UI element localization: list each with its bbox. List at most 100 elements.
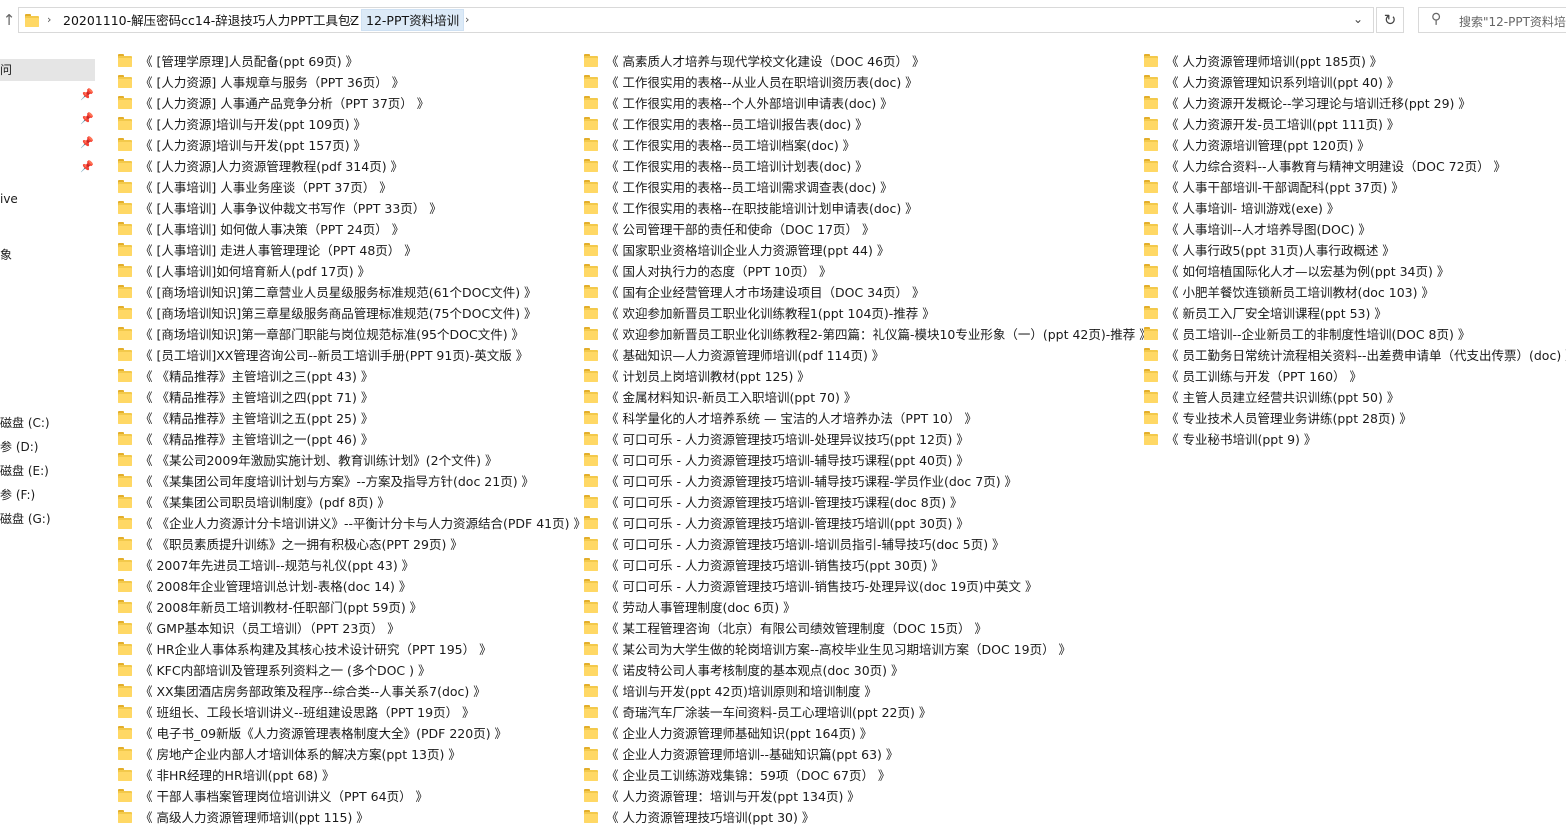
folder-item[interactable]: 《 [人事培训] 人事业务座谈（PPT 37页） 》 xyxy=(118,176,586,197)
folder-item[interactable]: 《 《精品推荐》主管培训之四(ppt 71) 》 xyxy=(118,386,586,407)
folder-item[interactable]: 《 [人事培训] 走进人事管理理论（PPT 48页） 》 xyxy=(118,239,586,260)
folder-item[interactable]: 《 工作很实用的表格--个人外部培训申请表(doc) 》 xyxy=(584,92,1152,113)
folder-item[interactable]: 《 企业人力资源管理师培训--基础知识篇(ppt 63) 》 xyxy=(584,743,1152,764)
folder-item[interactable]: 《 工作很实用的表格--员工培训报告表(doc) 》 xyxy=(584,113,1152,134)
folder-item[interactable]: 《 [人力资源] 人事通产品竞争分析（PPT 37页） 》 xyxy=(118,92,586,113)
folder-item[interactable]: 《 计划员上岗培训教材(ppt 125) 》 xyxy=(584,365,1152,386)
sidebar-item-drive-g[interactable]: 磁盘 (G:) xyxy=(0,508,51,530)
folder-item[interactable]: 《 [人力资源]人力资源管理教程(pdf 314页) 》 xyxy=(118,155,586,176)
folder-item[interactable]: 《 欢迎参加新晋员工职业化训练教程1(ppt 104页)-推荐 》 xyxy=(584,302,1152,323)
chevron-down-icon[interactable]: ⌄ xyxy=(1353,12,1363,26)
folder-item[interactable]: 《 HR企业人事体系构建及其核心技术设计研究（PPT 195） 》 xyxy=(118,638,586,659)
folder-item[interactable]: 《 人事干部培训-干部调配科(ppt 37页) 》 xyxy=(1144,176,1566,197)
folder-item[interactable]: 《 诺皮特公司人事考核制度的基本观点(doc 30页) 》 xyxy=(584,659,1152,680)
folder-item[interactable]: 《 KFC内部培训及管理系列资料之一 (多个DOC ) 》 xyxy=(118,659,586,680)
folder-item[interactable]: 《 人力资源培训管理(ppt 120页) 》 xyxy=(1144,134,1566,155)
up-arrow-icon[interactable]: ↑ xyxy=(0,10,18,30)
folder-item[interactable]: 《 XX集团酒店房务部政策及程序--综合类--人事关系7(doc) 》 xyxy=(118,680,586,701)
folder-item[interactable]: 《 员工勤务日常统计流程相关资料--出差费申请单（代支出传票）(doc) 》 xyxy=(1144,344,1566,365)
folder-item[interactable]: 《 人力资源管理师培训(ppt 185页) 》 xyxy=(1144,50,1566,71)
folder-item[interactable]: 《 人力综合资料--人事教育与精神文明建设（DOC 72页） 》 xyxy=(1144,155,1566,176)
folder-item[interactable]: 《 可口可乐 - 人力资源管理技巧培训-辅导技巧课程(ppt 40页) 》 xyxy=(584,449,1152,470)
folder-item[interactable]: 《 专业秘书培训(ppt 9) 》 xyxy=(1144,428,1566,449)
folder-item[interactable]: 《 [员工培训]XX管理咨询公司--新员工培训手册(PPT 91页)-英文版 》 xyxy=(118,344,586,365)
folder-item[interactable]: 《 高级人力资源管理师培训(ppt 115) 》 xyxy=(118,806,586,827)
folder-item[interactable]: 《 电子书_09新版《人力资源管理表格制度大全》(PDF 220页) 》 xyxy=(118,722,586,743)
folder-item[interactable]: 《 GMP基本知识（员工培训）（PPT 23页） 》 xyxy=(118,617,586,638)
address-bar[interactable]: › 20201110-解压密码cc14-辞退技巧人力PPT工具包Z › 12-P… xyxy=(18,7,1374,33)
folder-item[interactable]: 《 公司管理干部的责任和使命（DOC 17页） 》 xyxy=(584,218,1152,239)
folder-item[interactable]: 《 人力资源开发-员工培训(ppt 111页) 》 xyxy=(1144,113,1566,134)
search-input[interactable]: 搜索"12-PPT资料培训 xyxy=(1459,13,1566,30)
search-box[interactable]: ⚲ 搜索"12-PPT资料培训 xyxy=(1418,7,1566,33)
folder-item[interactable]: 《 主管人员建立经营共识训练(ppt 50) 》 xyxy=(1144,386,1566,407)
folder-item[interactable]: 《 员工培训--企业新员工的非制度性培训(DOC 8页) 》 xyxy=(1144,323,1566,344)
folder-item[interactable]: 《 《某公司2009年激励实施计划、教育训练计划》(2个文件) 》 xyxy=(118,449,586,470)
folder-item[interactable]: 《 欢迎参加新晋员工职业化训练教程2-第四篇：礼仪篇-模块10专业形象（一）(p… xyxy=(584,323,1152,344)
folder-item[interactable]: 《 人事培训- 培训游戏(exe) 》 xyxy=(1144,197,1566,218)
folder-item[interactable]: 《 国人对执行力的态度（PPT 10页） 》 xyxy=(584,260,1152,281)
folder-item[interactable]: 《 2007年先进员工培训--规范与礼仪(ppt 43) 》 xyxy=(118,554,586,575)
folder-item[interactable]: 《 奇瑞汽车厂涂装一车间资料-员工心理培训(ppt 22页) 》 xyxy=(584,701,1152,722)
folder-item[interactable]: 《 工作很实用的表格--员工培训计划表(doc) 》 xyxy=(584,155,1152,176)
folder-item[interactable]: 《 工作很实用的表格--从业人员在职培训资历表(doc) 》 xyxy=(584,71,1152,92)
folder-item[interactable]: 《 基础知识—人力资源管理师培训(pdf 114页) 》 xyxy=(584,344,1152,365)
folder-item[interactable]: 《 小肥羊餐饮连锁新员工培训教材(doc 103) 》 xyxy=(1144,281,1566,302)
folder-item[interactable]: 《 可口可乐 - 人力资源管理技巧培训-处理异议技巧(ppt 12页) 》 xyxy=(584,428,1152,449)
folder-item[interactable]: 《 《职员素质提升训练》之一拥有积极心态(PPT 29页) 》 xyxy=(118,533,586,554)
folder-item[interactable]: 《 人事培训--人才培养导图(DOC) 》 xyxy=(1144,218,1566,239)
folder-item[interactable]: 《 人力资源管理技巧培训(ppt 30) 》 xyxy=(584,806,1152,827)
folder-item[interactable]: 《 2008年企业管理培训总计划-表格(doc 14) 》 xyxy=(118,575,586,596)
folder-item[interactable]: 《 《某集团公司年度培训计划与方案》--方案及指导方针(doc 21页) 》 xyxy=(118,470,586,491)
sidebar-item-onedrive[interactable]: ive xyxy=(0,188,18,210)
folder-item[interactable]: 《 [人事培训] 人事争议仲裁文书写作（PPT 33页） 》 xyxy=(118,197,586,218)
folder-item[interactable]: 《 某公司为大学生做的轮岗培训方案--高校毕业生见习期培训方案（DOC 19页）… xyxy=(584,638,1152,659)
sidebar-item-3d-objects[interactable]: 象 xyxy=(0,244,12,266)
folder-item[interactable]: 《 企业员工训练游戏集锦：59项（DOC 67页） 》 xyxy=(584,764,1152,785)
refresh-icon[interactable]: ↻ xyxy=(1376,7,1404,33)
breadcrumb-separator-icon[interactable]: › xyxy=(349,13,353,26)
sidebar-item-quick-access[interactable]: 问 xyxy=(0,59,95,81)
sidebar-item-drive-f[interactable]: 参 (F:) xyxy=(0,484,35,506)
folder-item[interactable]: 《 [管理学原理]人员配备(ppt 69页) 》 xyxy=(118,50,586,71)
folder-item[interactable]: 《 科学量化的人才培养系统 — 宝洁的人才培养办法（PPT 10） 》 xyxy=(584,407,1152,428)
folder-item[interactable]: 《 人事行政5(ppt 31页)人事行政概述 》 xyxy=(1144,239,1566,260)
sidebar-item-drive-c[interactable]: 磁盘 (C:) xyxy=(0,412,50,434)
folder-item[interactable]: 《 人力资源开发概论--学习理论与培训迁移(ppt 29) 》 xyxy=(1144,92,1566,113)
folder-item[interactable]: 《 [人力资源]培训与开发(ppt 157页) 》 xyxy=(118,134,586,155)
folder-item[interactable]: 《 工作很实用的表格--员工培训需求调查表(doc) 》 xyxy=(584,176,1152,197)
folder-item[interactable]: 《 2008年新员工培训教材-任职部门(ppt 59页) 》 xyxy=(118,596,586,617)
sidebar-item-drive-d[interactable]: 参 (D:) xyxy=(0,436,38,458)
folder-item[interactable]: 《 如何培植国际化人才—以宏基为例(ppt 34页) 》 xyxy=(1144,260,1566,281)
folder-item[interactable]: 《 可口可乐 - 人力资源管理技巧培训-辅导技巧课程-学员作业(doc 7页) … xyxy=(584,470,1152,491)
folder-item[interactable]: 《 《企业人力资源计分卡培训讲义》--平衡计分卡与人力资源结合(PDF 41页)… xyxy=(118,512,586,533)
folder-item[interactable]: 《 新员工入厂安全培训课程(ppt 53) 》 xyxy=(1144,302,1566,323)
folder-item[interactable]: 《 干部人事档案管理岗位培训讲义（PPT 64页） 》 xyxy=(118,785,586,806)
folder-item[interactable]: 《 《精品推荐》主管培训之三(ppt 43) 》 xyxy=(118,365,586,386)
folder-item[interactable]: 《 《某集团公司职员培训制度》(pdf 8页) 》 xyxy=(118,491,586,512)
folder-item[interactable]: 《 人力资源管理：培训与开发(ppt 134页) 》 xyxy=(584,785,1152,806)
folder-item[interactable]: 《 [人事培训]如何培育新人(pdf 17页) 》 xyxy=(118,260,586,281)
folder-item[interactable]: 《 工作很实用的表格--在职技能培训计划申请表(doc) 》 xyxy=(584,197,1152,218)
folder-item[interactable]: 《 人力资源管理知识系列培训(ppt 40) 》 xyxy=(1144,71,1566,92)
folder-item[interactable]: 《 国有企业经营管理人才市场建设项目（DOC 34页） 》 xyxy=(584,281,1152,302)
folder-item[interactable]: 《 专业技术人员管理业务讲练(ppt 28页) 》 xyxy=(1144,407,1566,428)
folder-item[interactable]: 《 高素质人才培养与现代学校文化建设（DOC 46页） 》 xyxy=(584,50,1152,71)
folder-item[interactable]: 《 [人力资源] 人事规章与服务（PPT 36页） 》 xyxy=(118,71,586,92)
folder-item[interactable]: 《 《精品推荐》主管培训之一(ppt 46) 》 xyxy=(118,428,586,449)
folder-item[interactable]: 《 可口可乐 - 人力资源管理技巧培训-管理技巧培训(ppt 30页) 》 xyxy=(584,512,1152,533)
folder-item[interactable]: 《 金属材料知识-新员工入职培训(ppt 70) 》 xyxy=(584,386,1152,407)
folder-item[interactable]: 《 劳动人事管理制度(doc 6页) 》 xyxy=(584,596,1152,617)
folder-item[interactable]: 《 《精品推荐》主管培训之五(ppt 25) 》 xyxy=(118,407,586,428)
folder-item[interactable]: 《 员工训练与开发（PPT 160） 》 xyxy=(1144,365,1566,386)
breadcrumb-separator-icon[interactable]: › xyxy=(47,13,51,26)
folder-item[interactable]: 《 某工程管理咨询（北京）有限公司绩效管理制度（DOC 15页） 》 xyxy=(584,617,1152,638)
folder-item[interactable]: 《 可口可乐 - 人力资源管理技巧培训-销售技巧-处理异议(doc 19页)中英… xyxy=(584,575,1152,596)
folder-item[interactable]: 《 房地产企业内部人才培训体系的解决方案(ppt 13页) 》 xyxy=(118,743,586,764)
folder-item[interactable]: 《 可口可乐 - 人力资源管理技巧培训-销售技巧(ppt 30页) 》 xyxy=(584,554,1152,575)
breadcrumb-current[interactable]: 12-PPT资料培训 xyxy=(361,9,465,31)
folder-item[interactable]: 《 企业人力资源管理师基础知识(ppt 164页) 》 xyxy=(584,722,1152,743)
folder-item[interactable]: 《 非HR经理的HR培训(ppt 68) 》 xyxy=(118,764,586,785)
folder-item[interactable]: 《 国家职业资格培训企业人力资源管理(ppt 44) 》 xyxy=(584,239,1152,260)
folder-item[interactable]: 《 可口可乐 - 人力资源管理技巧培训-培训员指引-辅导技巧(doc 5页) 》 xyxy=(584,533,1152,554)
